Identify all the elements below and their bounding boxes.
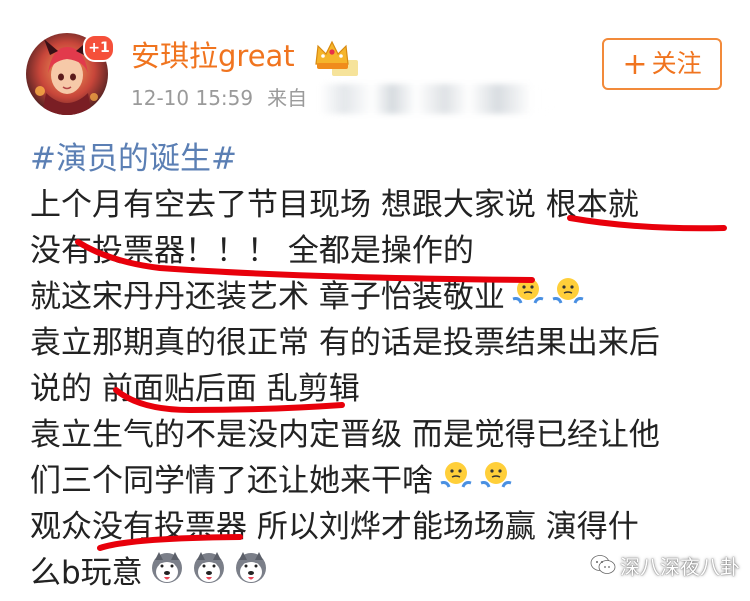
post-line-3: 就这宋丹丹还装艺术 章子怡装敬业: [30, 274, 730, 320]
post-line-7-text: 们三个同学情了还让她来干啥: [30, 463, 433, 499]
husky-emoji-icon: [191, 550, 227, 599]
post-time: 12-10 15:59: [131, 86, 254, 110]
plus-icon: +: [622, 47, 648, 82]
follow-label: 关注: [651, 49, 702, 78]
shrug-emoji-icon: [551, 275, 585, 322]
post-line-8: 观众没有投票器 所以刘烨才能场场赢 演得什: [30, 509, 639, 545]
husky-emoji-icon: [233, 550, 269, 599]
post-line-6: 袁立生气的不是没内定晋级 而是觉得已经让他: [30, 417, 660, 453]
topic-hashtag[interactable]: #演员的诞生#: [30, 136, 730, 182]
post-body: #演员的诞生# 上个月有空去了节目现场 想跟大家说 根本就 没有投票器！！！ 全…: [30, 136, 730, 596]
husky-emoji-icon: [149, 550, 185, 599]
post-source-label: 来自: [267, 86, 308, 110]
author-name[interactable]: 安琪拉great: [131, 34, 295, 78]
post-line-9-text: 么b玩意: [30, 555, 143, 591]
watermark-text: 深八深夜八卦: [620, 555, 740, 579]
post-line-1: 上个月有空去了节目现场 想跟大家说 根本就: [30, 187, 639, 223]
wechat-icon: [590, 554, 616, 584]
post-line-7: 们三个同学情了还让她来干啥: [30, 458, 730, 504]
post-line-2: 没有投票器！！！ 全都是操作的: [30, 233, 474, 269]
post-line-4: 袁立那期真的很正常 有的话是投票结果出来后: [30, 325, 660, 361]
avatar-badge: +1: [83, 34, 115, 62]
blurred-source: [320, 84, 560, 114]
shrug-emoji-icon: [439, 459, 473, 506]
crown-vip-icon: [315, 40, 358, 76]
post-line-3-text: 就这宋丹丹还装艺术 章子怡装敬业: [30, 279, 505, 315]
follow-button[interactable]: + 关注: [602, 38, 722, 90]
post-meta: 12-10 15:59 来自: [131, 84, 307, 112]
post-line-5: 说的 前面贴后面 乱剪辑: [30, 371, 360, 407]
shrug-emoji-icon: [511, 275, 545, 322]
shrug-emoji-icon: [479, 459, 513, 506]
watermark: 深八深夜八卦: [590, 552, 740, 584]
